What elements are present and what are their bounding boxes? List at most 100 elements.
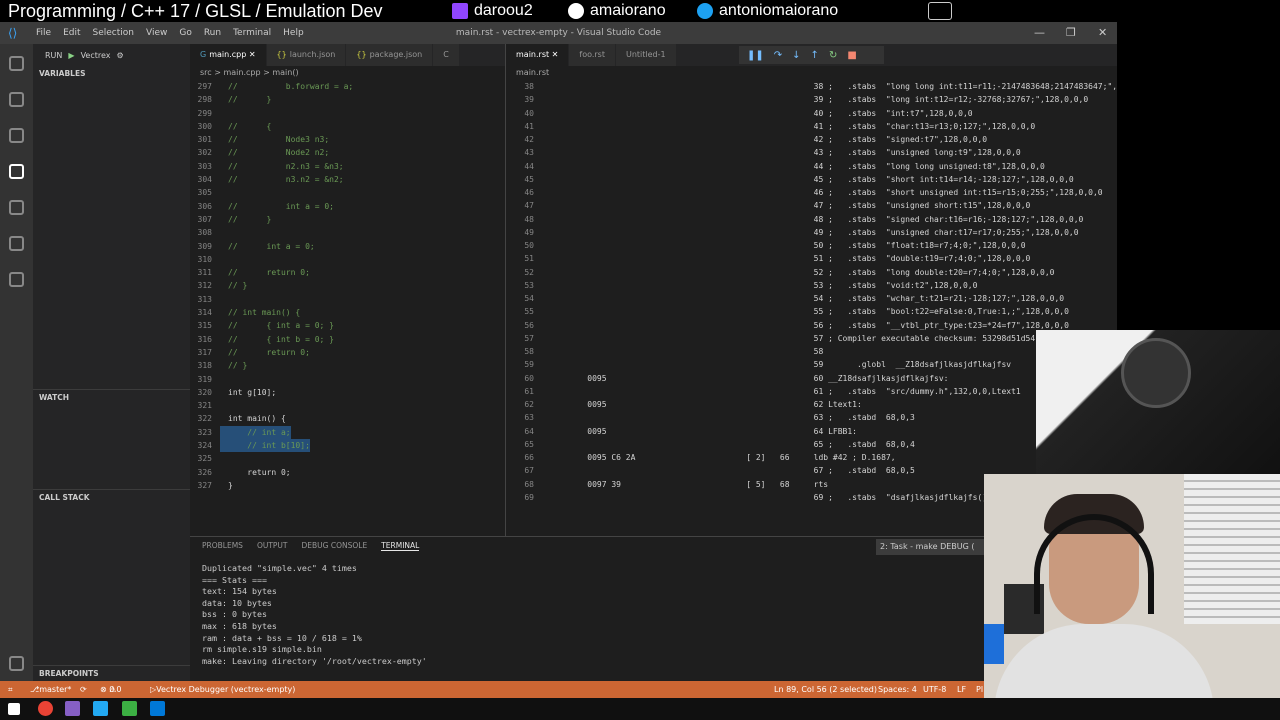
code-line[interactable]: 302 // Node2 n2; — [190, 146, 353, 159]
code-line[interactable]: 320 int g[10]; — [190, 386, 353, 399]
listing-line[interactable]: 40 40 ; .stabs "int:t7",128,0,0,0 — [506, 107, 1117, 120]
code-line[interactable]: 297 // b.forward = a; — [190, 80, 354, 93]
listing-line[interactable]: 50 50 ; .stabs "float:t18=r7;4;0;",128,0… — [506, 239, 1117, 252]
tab-main-cpp[interactable]: Gmain.cpp ✕ — [190, 44, 267, 66]
code-line[interactable]: 323 // int a; — [190, 425, 353, 440]
menu-go[interactable]: Go — [173, 22, 197, 44]
code-line[interactable]: 315 // { int a = 0; } — [190, 319, 353, 332]
code-view[interactable]: 297 // b.forward = a; 298 // } 299 300 // {301… — [190, 80, 354, 492]
docker-icon[interactable] — [9, 272, 24, 287]
code-line[interactable]: 313 — [190, 293, 353, 306]
tab-c[interactable]: C — [433, 44, 460, 66]
listing-line[interactable]: 41 41 ; .stabs "char:t13=r13;0;127;",128… — [506, 120, 1117, 133]
gear-icon[interactable] — [9, 656, 24, 671]
run-debug-icon[interactable] — [9, 164, 24, 179]
listing-line[interactable]: 48 48 ; .stabs "signed char:t16=r16;-128… — [506, 213, 1117, 226]
tab-terminal[interactable]: TERMINAL — [381, 541, 420, 551]
indentation[interactable]: Spaces: 4 — [878, 681, 917, 698]
listing-line[interactable]: 66 0095 C6 2A [ 2] 66 ldb #42 ; D.1687, — [506, 451, 1117, 464]
listing-line[interactable]: 47 47 ; .stabs "unsigned short:t15",128,… — [506, 199, 1117, 212]
code-line[interactable]: 326 return 0; — [190, 466, 353, 479]
listing-line[interactable]: 57 57 ; Compiler executable checksum: 53… — [506, 332, 1117, 345]
tab-main-rst[interactable]: main.rst ✕ — [506, 44, 570, 66]
listing-line[interactable]: 62 0095 62 Ltext1: — [506, 398, 1117, 411]
code-line[interactable]: 312 // } — [190, 279, 353, 292]
code-line[interactable]: 304 // n3.n2 = &n2; — [190, 173, 353, 186]
listing-line[interactable]: 61 61 ; .stabs "src/dummy.h",132,0,0,Lte… — [506, 385, 1117, 398]
restart-icon[interactable]: ↻ — [829, 50, 837, 61]
breadcrumb[interactable]: src > main.cpp > main() — [190, 66, 299, 80]
tab-untitled[interactable]: Untitled-1 — [615, 44, 677, 66]
listing-line[interactable]: 54 54 ; .stabs "wchar_t:t21=r21;-128;127… — [506, 292, 1117, 305]
menu-selection[interactable]: Selection — [87, 22, 140, 44]
remote-explorer-icon[interactable] — [9, 200, 24, 215]
tab-debug-console[interactable]: DEBUG CONSOLE — [302, 541, 368, 551]
listing-line[interactable]: 39 39 ; .stabs "long int:t12=r12;-32768;… — [506, 93, 1117, 106]
menu-help[interactable]: Help — [277, 22, 310, 44]
listing-line[interactable]: 49 49 ; .stabs "unsigned char:t17=r17;0;… — [506, 226, 1117, 239]
sync-icon[interactable]: ⟳ — [80, 681, 87, 698]
code-line[interactable]: 299 — [190, 107, 353, 120]
debug-indicator[interactable]: ▷ Vectrex Debugger (vectrex-empty) — [150, 681, 295, 698]
code-line[interactable]: 316 // { int b = 0; } — [190, 333, 353, 346]
code-line[interactable]: 298 // } — [190, 93, 353, 106]
menu-edit[interactable]: Edit — [57, 22, 86, 44]
menu-terminal[interactable]: Terminal — [227, 22, 277, 44]
code-line[interactable]: 324 // int b[10]; — [190, 439, 353, 453]
code-line[interactable]: 325 — [190, 452, 353, 465]
chrome-icon[interactable] — [38, 701, 53, 716]
search-icon[interactable] — [9, 92, 24, 107]
listing-line[interactable]: 53 53 ; .stabs "void:t2",128,0,0,0 — [506, 279, 1117, 292]
tab-launch-json[interactable]: {} launch.json — [266, 44, 347, 66]
code-line[interactable]: 310 — [190, 253, 353, 266]
line-ending[interactable]: LF — [957, 681, 966, 698]
tab-output[interactable]: OUTPUT — [257, 541, 288, 551]
listing-line[interactable]: 45 45 ; .stabs "short int:t14=r14;-128;1… — [506, 173, 1117, 186]
code-line[interactable]: 308 — [190, 226, 353, 239]
extensions-icon[interactable] — [9, 236, 24, 251]
listing-line[interactable]: 55 55 ; .stabs "bool:t22=eFalse:0,True:1… — [506, 305, 1117, 318]
listing-line[interactable]: 51 51 ; .stabs "double:t19=r7;4;0;",128,… — [506, 252, 1117, 265]
listing-line[interactable]: 60 0095 60 __Z18dsafjlkasjdflkajfsv: — [506, 372, 1117, 385]
call-stack-section[interactable]: CALL STACK — [33, 489, 190, 505]
code-line[interactable]: 327} — [190, 479, 353, 492]
close-icon[interactable]: ✕ — [1098, 22, 1107, 44]
visual-studio-icon[interactable] — [65, 701, 80, 716]
tab-problems[interactable]: PROBLEMS — [202, 541, 243, 551]
menu-run[interactable]: Run — [198, 22, 227, 44]
code-line[interactable]: 306 // int a = 0; — [190, 200, 353, 213]
terminal-select[interactable]: 2: Task - make DEBUG ( — [876, 539, 986, 555]
code-line[interactable]: 322 int main() { — [190, 412, 353, 425]
breakpoints-section[interactable]: BREAKPOINTS — [33, 665, 190, 681]
restore-icon[interactable]: ❐ — [1066, 22, 1076, 44]
step-out-icon[interactable]: ↑ — [811, 50, 819, 61]
gear-icon[interactable]: ⚙ — [117, 51, 124, 60]
listing-line[interactable]: 64 0095 64 LFBB1: — [506, 425, 1117, 438]
listing-line[interactable]: 42 42 ; .stabs "signed:t7",128,0,0,0 — [506, 133, 1117, 146]
listing-line[interactable]: 43 43 ; .stabs "unsigned long:t9",128,0,… — [506, 146, 1117, 159]
code-line[interactable]: 303 // n2.n3 = &n3; — [190, 160, 353, 173]
listing-view[interactable]: 38 38 ; .stabs "long long int:t11=r11;-2… — [506, 80, 1117, 504]
step-into-icon[interactable]: ↓ — [792, 50, 800, 61]
minimap[interactable] — [473, 80, 503, 500]
code-line[interactable]: 317 // return 0; — [190, 346, 353, 359]
listing-line[interactable]: 38 38 ; .stabs "long long int:t11=r11;-2… — [506, 80, 1117, 93]
vscode-icon[interactable] — [93, 701, 108, 716]
listing-line[interactable]: 59 59 .globl __Z18dsafjlkasjdflkajfsv — [506, 358, 1117, 371]
step-over-icon[interactable]: ↷ — [774, 50, 782, 61]
listing-line[interactable]: 65 65 ; .stabd 68,0,4 — [506, 438, 1117, 451]
windows-start-icon[interactable] — [8, 703, 20, 715]
language-mode[interactable]: Pl — [976, 681, 983, 698]
menu-view[interactable]: View — [140, 22, 173, 44]
listing-line[interactable]: 52 52 ; .stabs "long double:t20=r7;4;0;"… — [506, 266, 1117, 279]
code-line[interactable]: 321 — [190, 399, 353, 412]
code-line[interactable]: 301 // Node3 n3; — [190, 133, 353, 146]
tab-foo-rst[interactable]: foo.rst — [569, 44, 616, 66]
encoding[interactable]: UTF-8 — [923, 681, 946, 698]
menu-file[interactable]: File — [30, 22, 57, 44]
branch-indicator[interactable]: ⎇ master* — [30, 681, 71, 698]
watch-section[interactable]: WATCH — [33, 389, 190, 405]
explorer-icon[interactable] — [9, 56, 24, 71]
start-debug-icon[interactable]: ▶ — [68, 51, 74, 60]
tab-package-json[interactable]: {} package.json — [346, 44, 434, 66]
